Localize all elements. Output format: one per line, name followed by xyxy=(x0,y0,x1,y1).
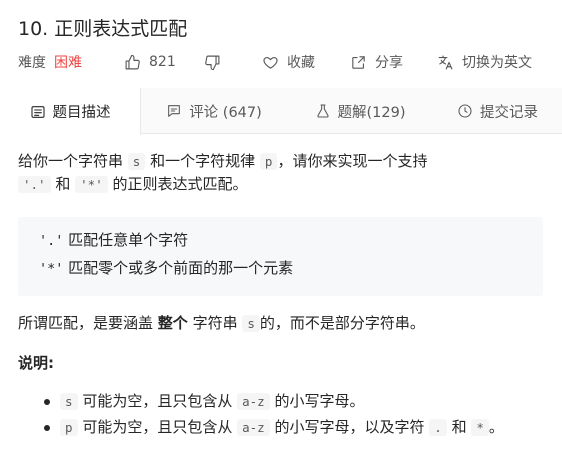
text: 给你一个字符串 xyxy=(18,152,124,170)
note-heading: 说明: xyxy=(18,354,54,372)
code-p: p xyxy=(60,419,78,436)
text: 的，而不是部分字符串。 xyxy=(259,314,425,332)
problem-tabs: 题目描述 评论 (647) 题解(129) 提交记录 xyxy=(0,88,562,135)
code-s: s xyxy=(127,153,146,170)
code-s: s xyxy=(242,315,260,332)
switch-language-label: 切换为英文 xyxy=(462,55,532,71)
list-item: p 可能为空，且只包含从 a-z 的小写字母，以及字符 . 和 *。 xyxy=(18,416,558,442)
text: 的小写字母。 xyxy=(274,392,365,410)
text: 字符串 xyxy=(192,314,238,332)
code-range: a-z xyxy=(237,419,270,436)
difficulty: 难度 困难 xyxy=(18,51,82,73)
code-s: s xyxy=(60,393,78,410)
code-dot: . xyxy=(429,419,447,436)
rule-text: 匹配零个或多个前面的那一个元素 xyxy=(68,259,294,277)
text: 的小写字母，以及字符 xyxy=(274,418,425,436)
tab-description[interactable]: 题目描述 xyxy=(0,88,141,135)
clock-icon xyxy=(458,104,472,118)
code-dot: '.' xyxy=(18,176,51,193)
bullet-dot xyxy=(44,399,50,405)
note-list: s 可能为空，且只包含从 a-z 的小写字母。 p 可能为空，且只包含从 a-z… xyxy=(18,390,558,442)
document-icon xyxy=(30,105,45,118)
tab-label: 题解(129) xyxy=(337,104,406,121)
thumbs-up-icon xyxy=(125,54,140,69)
rule-text: 匹配任意单个字符 xyxy=(68,231,189,249)
tab-comments[interactable]: 评论 (647) xyxy=(141,88,287,134)
thumbs-down-icon xyxy=(205,55,220,70)
heart-icon xyxy=(263,56,278,69)
tab-label: 题目描述 xyxy=(52,105,111,121)
rules-block: '.' 匹配任意单个字符 '*' 匹配零个或多个前面的那一个元素 xyxy=(18,217,543,296)
dislike-button[interactable] xyxy=(204,51,221,73)
share-button[interactable]: 分享 xyxy=(350,51,403,73)
share-icon xyxy=(352,55,365,69)
share-label: 分享 xyxy=(375,55,403,71)
like-button[interactable]: 821 xyxy=(124,51,176,73)
text: 和 xyxy=(55,175,71,193)
text: 和 xyxy=(451,418,467,436)
translate-icon xyxy=(438,55,453,69)
text: 可能为空，且只包含从 xyxy=(82,418,233,436)
code-star: '*' xyxy=(75,176,108,193)
rule-code: '*' xyxy=(39,261,64,277)
rule-line: '*' 匹配零个或多个前面的那一个元素 xyxy=(39,255,543,283)
code-p: p xyxy=(259,153,278,170)
text: 的正则表达式匹配。 xyxy=(112,175,248,193)
code-range: a-z xyxy=(237,393,270,410)
difficulty-value: 困难 xyxy=(54,55,82,71)
problem-header: 10. 正则表达式匹配 难度 困难 821 收藏 分享 切换为英文 xyxy=(0,0,562,85)
list-item: s 可能为空，且只包含从 a-z 的小写字母。 xyxy=(18,390,558,416)
tab-solutions[interactable]: 题解(129) xyxy=(287,88,433,134)
problem-title: 10. 正则表达式匹配 xyxy=(18,18,188,40)
text: 和一个字符规律 xyxy=(150,152,256,170)
text: 。 xyxy=(488,418,504,436)
tab-submissions[interactable]: 提交记录 xyxy=(433,88,562,134)
switch-language-button[interactable]: 切换为英文 xyxy=(437,51,532,73)
match-paragraph: 所谓匹配，是要涵盖 整个 字符串 s 的，而不是部分字符串。 xyxy=(18,312,546,335)
text: ，请你来实现一个支持 xyxy=(277,152,428,170)
difficulty-label: 难度 xyxy=(18,55,46,71)
comment-icon xyxy=(168,105,181,117)
bullet-dot xyxy=(44,425,50,431)
rule-code: '.' xyxy=(39,233,64,249)
description-paragraph: 给你一个字符串 s 和一个字符规律 p ，请你来实现一个支持 '.' 和 '*' … xyxy=(18,150,546,196)
bold-text: 整个 xyxy=(157,314,188,332)
text: 所谓匹配，是要涵盖 xyxy=(18,314,154,332)
favorite-label: 收藏 xyxy=(287,55,315,71)
rule-line: '.' 匹配任意单个字符 xyxy=(39,227,543,255)
tab-label: 提交记录 xyxy=(480,104,538,121)
text: 可能为空，且只包含从 xyxy=(82,392,233,410)
favorite-button[interactable]: 收藏 xyxy=(262,51,315,73)
code-star: * xyxy=(471,419,489,436)
tab-label: 评论 (647) xyxy=(189,104,262,121)
flask-icon xyxy=(316,104,329,118)
like-count: 821 xyxy=(149,54,176,70)
